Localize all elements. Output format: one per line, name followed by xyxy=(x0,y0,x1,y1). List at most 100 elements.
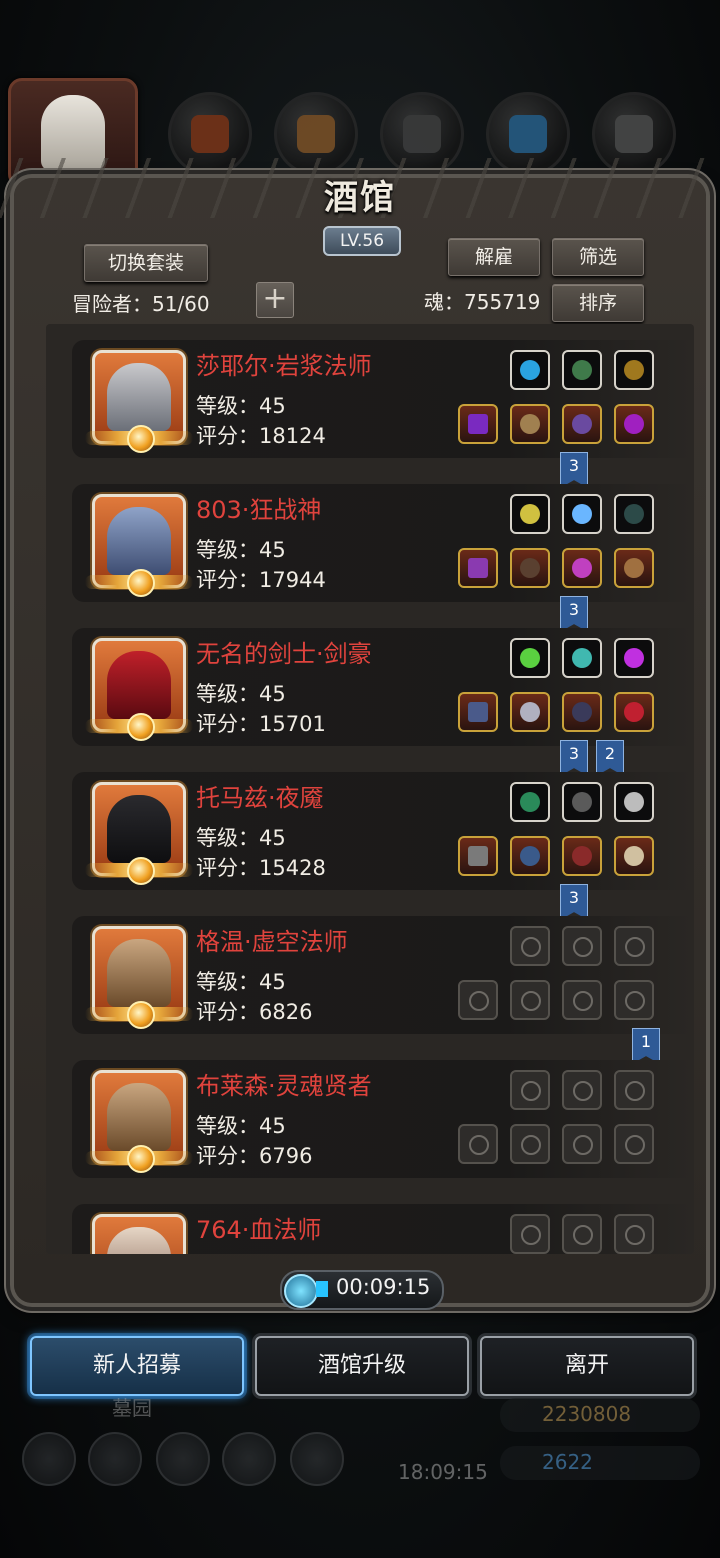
empty-slot-icon[interactable] xyxy=(614,1124,654,1164)
hero-name: 无名的剑士·剑豪 xyxy=(196,640,372,668)
hero-portrait[interactable] xyxy=(85,638,193,741)
recruit-button[interactable]: 新人招募 xyxy=(30,1336,244,1396)
rune-slot-icon[interactable] xyxy=(614,494,654,534)
switch-outfit-button[interactable]: 切换套装 xyxy=(84,244,208,282)
list-item[interactable]: 布莱森·灵魂贤者 等级：45 评分：6796 xyxy=(72,1060,692,1178)
helmet-slot-icon[interactable] xyxy=(562,548,602,588)
hero-list[interactable]: 莎耶尔·岩浆法师 等级：45 评分：18124 3 803·狂战神 等级：45 … xyxy=(46,324,694,1254)
hero-name: 布莱森·灵魂贤者 xyxy=(196,1072,372,1100)
empty-slot-icon[interactable] xyxy=(614,926,654,966)
gem-display: 2622 xyxy=(500,1446,700,1480)
clock-icon xyxy=(284,1274,318,1308)
empty-slot-icon[interactable] xyxy=(562,980,602,1020)
empty-slot-icon[interactable] xyxy=(562,1124,602,1164)
hero-portrait[interactable] xyxy=(85,782,193,885)
rune-slot-icon[interactable] xyxy=(510,350,550,390)
hero-face-icon xyxy=(107,939,171,1007)
list-item[interactable]: 格温·虚空法师 等级：45 评分：6826 xyxy=(72,916,692,1034)
empty-slot-icon[interactable] xyxy=(458,1124,498,1164)
ring-slot-icon[interactable] xyxy=(562,692,602,732)
list-item[interactable]: 803·狂战神 等级：45 评分：17944 xyxy=(72,484,692,602)
amulet-slot-icon[interactable] xyxy=(614,836,654,876)
list-item[interactable]: 764·血法师 xyxy=(72,1204,692,1254)
hero-portrait[interactable] xyxy=(85,350,193,453)
empty-slot-icon[interactable] xyxy=(510,1214,550,1254)
book-icon[interactable] xyxy=(156,1432,210,1486)
hero-level: 等级：45 xyxy=(196,970,286,994)
ring-slot-icon[interactable] xyxy=(562,404,602,444)
rune-slot-icon[interactable] xyxy=(510,494,550,534)
adventurer-count: 冒险者：51/60 xyxy=(72,292,210,316)
empty-slot-icon[interactable] xyxy=(510,1124,550,1164)
weapon-slot-icon[interactable] xyxy=(458,692,498,732)
filter-button[interactable]: 筛选 xyxy=(552,238,644,276)
upgrade-tavern-button[interactable]: 酒馆升级 xyxy=(255,1336,469,1396)
gem-count: 2622 xyxy=(542,1450,593,1474)
amulet-slot-icon[interactable] xyxy=(614,692,654,732)
shield-icon[interactable] xyxy=(290,1432,344,1486)
hero-score: 评分：15428 xyxy=(196,856,326,880)
weapon-slot-icon[interactable] xyxy=(458,836,498,876)
mail-icon[interactable] xyxy=(222,1432,276,1486)
hero-score: 评分：15701 xyxy=(196,712,326,736)
rank-gem-icon xyxy=(127,425,155,453)
empty-slot-icon[interactable] xyxy=(614,980,654,1020)
settings-icon[interactable] xyxy=(22,1432,76,1486)
empty-slot-icon[interactable] xyxy=(614,1214,654,1254)
amulet-slot-icon[interactable] xyxy=(614,404,654,444)
hero-name: 803·狂战神 xyxy=(196,496,322,524)
rune-slot-icon[interactable] xyxy=(614,350,654,390)
ribbon-badge: 3 xyxy=(560,740,588,776)
leave-button[interactable]: 离开 xyxy=(480,1336,694,1396)
armor-slot-icon[interactable] xyxy=(510,404,550,444)
rank-gem-icon xyxy=(127,857,155,885)
star-icon[interactable] xyxy=(88,1432,142,1486)
ribbon-badge: 3 xyxy=(560,596,588,632)
empty-slot-icon[interactable] xyxy=(510,1070,550,1110)
list-item[interactable]: 莎耶尔·岩浆法师 等级：45 评分：18124 xyxy=(72,340,692,458)
ring-slot-icon[interactable] xyxy=(562,836,602,876)
hero-face-icon xyxy=(107,1227,171,1254)
hero-level: 等级：45 xyxy=(196,682,286,706)
empty-slot-icon[interactable] xyxy=(562,926,602,966)
clock-text: 18:09:15 xyxy=(398,1460,488,1484)
empty-slot-icon[interactable] xyxy=(458,980,498,1020)
list-item[interactable]: 托马兹·夜魇 等级：45 评分：15428 xyxy=(72,772,692,890)
empty-slot-icon[interactable] xyxy=(614,1070,654,1110)
rune-slot-icon[interactable] xyxy=(510,638,550,678)
hero-level: 等级：45 xyxy=(196,538,286,562)
rune-slot-icon[interactable] xyxy=(614,782,654,822)
list-item[interactable]: 无名的剑士·剑豪 等级：45 评分：15701 xyxy=(72,628,692,746)
plus-icon[interactable]: + xyxy=(256,282,294,318)
glove-slot-icon[interactable] xyxy=(614,548,654,588)
hero-score: 评分：6826 xyxy=(196,1000,313,1024)
hero-level: 等级：45 xyxy=(196,1114,286,1138)
hero-portrait[interactable] xyxy=(85,926,193,1029)
rune-slot-icon[interactable] xyxy=(562,350,602,390)
recruit-timer: 00:09:15 xyxy=(280,1270,444,1310)
sort-button[interactable]: 排序 xyxy=(552,284,644,322)
armor-slot-icon[interactable] xyxy=(510,692,550,732)
armor-slot-icon[interactable] xyxy=(510,548,550,588)
dismiss-button[interactable]: 解雇 xyxy=(448,238,540,276)
empty-slot-icon[interactable] xyxy=(510,980,550,1020)
weapon-slot-icon[interactable] xyxy=(458,548,498,588)
empty-slot-icon[interactable] xyxy=(562,1214,602,1254)
armor-slot-icon[interactable] xyxy=(510,836,550,876)
rune-slot-icon[interactable] xyxy=(510,782,550,822)
hero-score: 评分：6796 xyxy=(196,1144,313,1168)
rune-slot-icon[interactable] xyxy=(562,782,602,822)
empty-slot-icon[interactable] xyxy=(562,1070,602,1110)
weapon-slot-icon[interactable] xyxy=(458,404,498,444)
rune-slot-icon[interactable] xyxy=(562,638,602,678)
garden-label: 墓园 xyxy=(112,1396,152,1420)
timer-text: 00:09:15 xyxy=(336,1275,431,1299)
hero-portrait[interactable] xyxy=(85,494,193,597)
rune-slot-icon[interactable] xyxy=(562,494,602,534)
hero-portrait[interactable] xyxy=(92,1214,186,1254)
empty-slot-icon[interactable] xyxy=(510,926,550,966)
rune-slot-icon[interactable] xyxy=(614,638,654,678)
hero-face-icon xyxy=(107,651,171,719)
hero-portrait[interactable] xyxy=(85,1070,193,1173)
gold-display: 2230808 xyxy=(500,1398,700,1432)
